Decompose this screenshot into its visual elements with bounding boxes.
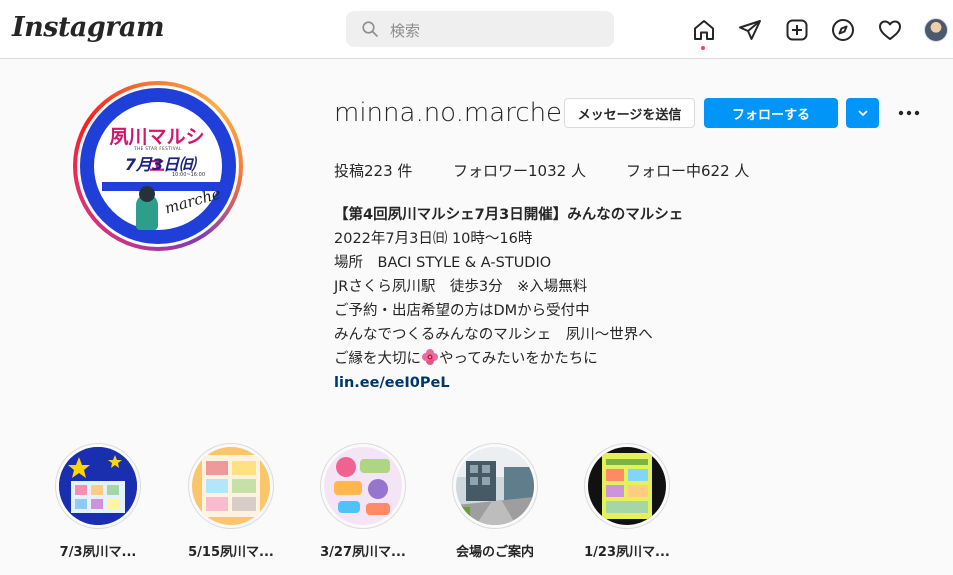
highlight-label: 3/27夙川マ... xyxy=(320,545,406,560)
profile-avatar[interactable] xyxy=(922,16,950,44)
bio-line: ご縁を大切に やってみたいをかたちに xyxy=(334,347,754,371)
highlight-cover xyxy=(192,447,270,525)
message-button[interactable]: メッセージを送信 xyxy=(564,98,695,128)
top-nav: Instagram 検索 xyxy=(0,0,953,59)
highlight-label: 1/23夙川マ... xyxy=(584,545,670,560)
bio-line: 2022年7月3日㈰ 10時〜16時 xyxy=(334,231,533,247)
bio-name: 【第4回夙川マルシェ7月3日開催】みんなのマルシェ xyxy=(334,207,684,223)
hibiscus-emoji-icon xyxy=(421,348,439,366)
search-placeholder: 検索 xyxy=(390,22,421,40)
more-options-button[interactable] xyxy=(894,98,924,128)
posts-count: 投稿223 件 xyxy=(334,162,413,180)
highlight-cover xyxy=(324,447,402,525)
notification-dot xyxy=(701,46,705,50)
highlight-cover xyxy=(59,447,137,525)
profile-artwork: 夙川マルシェ THE STAR FESTIVAL 7月3日㈰ 10:00~16:… xyxy=(80,88,236,244)
more-dots-icon xyxy=(898,110,920,116)
new-post-icon[interactable] xyxy=(783,16,811,44)
follow-button[interactable]: フォローする xyxy=(704,98,838,128)
highlight-label: 5/15夙川マ... xyxy=(188,545,274,560)
highlight-item[interactable]: 会場のご案内 xyxy=(452,443,538,560)
profile-username: minna.no.marche xyxy=(334,98,563,128)
home-icon[interactable] xyxy=(690,16,718,50)
story-ring: 夙川マルシェ THE STAR FESTIVAL 7月3日㈰ 10:00~16:… xyxy=(73,81,243,251)
bio-line: 場所 BACI STYLE & A-STUDIO xyxy=(334,255,552,271)
chevron-down-icon xyxy=(857,110,868,116)
profile-bio: 【第4回夙川マルシェ7月3日開催】みんなのマルシェ 2022年7月3日㈰ 10時… xyxy=(334,203,754,395)
highlight-item[interactable]: 5/15夙川マ... xyxy=(188,443,274,560)
direct-send-icon[interactable] xyxy=(736,16,764,44)
suggested-dropdown-button[interactable] xyxy=(846,98,879,128)
explore-compass-icon[interactable] xyxy=(829,16,857,44)
bio-line: みんなでつくるみんなのマルシェ 夙川〜世界へ xyxy=(334,327,653,343)
activity-heart-icon[interactable] xyxy=(876,16,904,44)
followers-count[interactable]: フォロワー1032 人 xyxy=(453,160,586,181)
bio-line: JRさくら夙川駅 徒歩3分 ※入場無料 xyxy=(334,279,588,295)
highlight-label: 会場のご案内 xyxy=(455,545,534,560)
highlight-cover xyxy=(588,447,666,525)
highlight-item[interactable]: 1/23夙川マ... xyxy=(584,443,670,560)
bio-link[interactable]: lin.ee/eeI0PeL xyxy=(334,371,754,395)
highlight-label: 7/3夙川マ... xyxy=(59,545,137,560)
artwork-girl-illustration xyxy=(136,186,158,230)
following-count[interactable]: フォロー中622 人 xyxy=(626,160,749,181)
highlight-item[interactable]: 7/3夙川マ... xyxy=(55,443,141,560)
highlight-item[interactable]: 3/27夙川マ... xyxy=(320,443,406,560)
avatar xyxy=(924,18,948,42)
profile-picture[interactable]: 夙川マルシェ THE STAR FESTIVAL 7月3日㈰ 10:00~16:… xyxy=(73,81,243,251)
search-icon xyxy=(362,21,378,41)
bio-line: ご予約・出店希望の方はDMから受付中 xyxy=(334,303,590,319)
instagram-logo[interactable]: Instagram xyxy=(12,12,165,43)
highlight-cover xyxy=(456,447,534,525)
artwork-time: 10:00~16:00 xyxy=(172,172,206,178)
search-input[interactable]: 検索 xyxy=(346,11,614,47)
